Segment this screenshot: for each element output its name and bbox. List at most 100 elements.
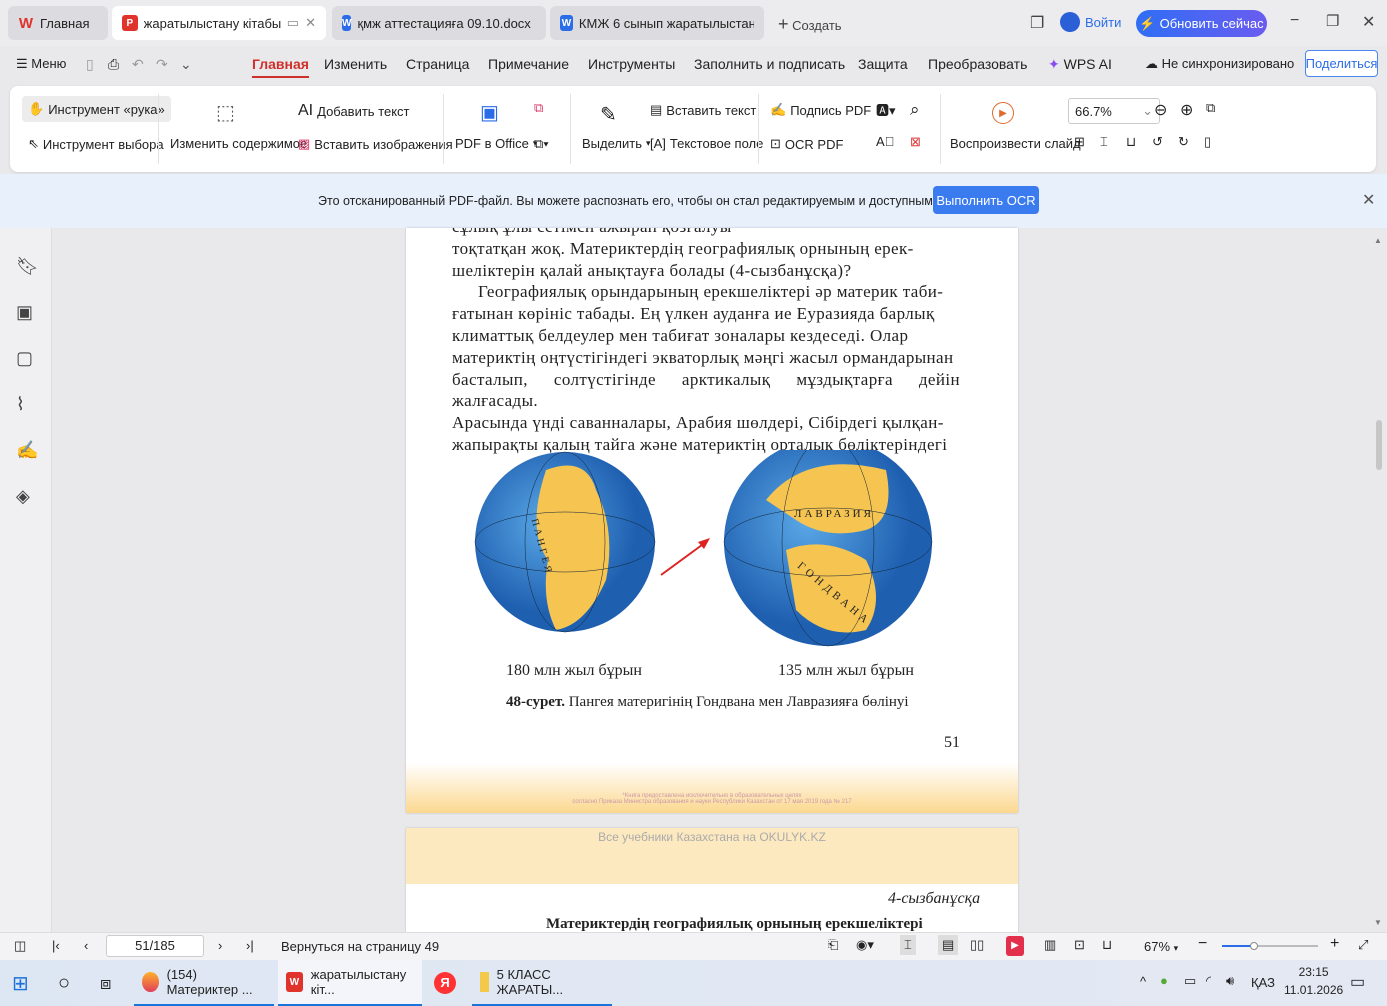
convert-pages-icon[interactable]: ⧉▾ xyxy=(534,136,549,152)
wps-ai-button[interactable]: ✦ WPS AI xyxy=(1048,56,1112,73)
close-tab-icon[interactable]: ✕ xyxy=(305,15,316,31)
menu-button[interactable]: ☰ Меню xyxy=(16,56,66,72)
language-indicator[interactable]: ҚАЗ xyxy=(1251,975,1275,990)
menu-item-protect[interactable]: Защита xyxy=(858,56,908,72)
page-tools-icon[interactable]: ⧉ xyxy=(1206,100,1215,116)
last-page-icon[interactable]: ›| xyxy=(246,938,254,953)
windows-start-icon[interactable]: ⊞ xyxy=(4,960,37,1006)
back-to-page-link[interactable]: Вернуться на страницу 49 xyxy=(281,939,439,954)
notifications-icon[interactable]: ▭ xyxy=(1350,972,1365,992)
play-icon[interactable]: ▶ xyxy=(1006,936,1024,956)
page-number-input[interactable]: 51/185 xyxy=(106,935,204,957)
actual-size-icon[interactable]: ⊞ xyxy=(1074,134,1085,150)
save-icon[interactable]: ▯ xyxy=(86,56,94,73)
menu-item-comment[interactable]: Примечание xyxy=(488,56,569,72)
restore-button[interactable]: ❐ xyxy=(1326,12,1339,30)
tray-app-icon[interactable]: ● xyxy=(1160,973,1168,988)
tab-docx-1[interactable]: Wқмж аттестацияға 09.10.docx● xyxy=(332,6,546,40)
fit-width-icon[interactable]: ⊔ xyxy=(1102,937,1112,953)
ocr-pdf-button[interactable]: ⊡ OCR PDF xyxy=(770,136,843,152)
menu-item-tools[interactable]: Инструменты xyxy=(588,56,675,72)
print-icon[interactable]: ⎙ xyxy=(108,56,119,73)
convert-image-icon[interactable]: ⧉ xyxy=(534,100,543,116)
insert-image-button[interactable]: ▨ Вставить изображения xyxy=(298,136,453,152)
minimize-button[interactable]: − xyxy=(1290,12,1299,30)
new-tab-button[interactable]: + Создать xyxy=(778,14,842,35)
book-view-icon[interactable]: ▯ xyxy=(1204,134,1211,150)
sync-status[interactable]: ☁ Не синхронизировано xyxy=(1145,56,1294,72)
first-page-icon[interactable]: |‹ xyxy=(52,938,60,953)
run-ocr-button[interactable]: Выполнить OCR xyxy=(933,186,1039,214)
text-field-button[interactable]: [A] Текстовое поле xyxy=(650,136,763,151)
close-window-button[interactable]: ✕ xyxy=(1362,12,1375,32)
close-ocr-bar-icon[interactable]: ✕ xyxy=(1362,190,1375,210)
tab-docx-2[interactable]: W КМЖ 6 сынып жаратылыстану(1).dc xyxy=(550,6,764,40)
zoom-out-button[interactable]: − xyxy=(1198,935,1207,953)
task-view-icon[interactable]: ⧈ xyxy=(92,960,119,1006)
search-circle-icon[interactable]: ○ xyxy=(50,960,78,1006)
menu-item-edit[interactable]: Изменить xyxy=(324,56,387,72)
single-page-icon[interactable]: ▤ xyxy=(938,935,959,955)
volume-icon[interactable]: 🔊︎ xyxy=(1226,973,1234,989)
login-button[interactable]: Войти xyxy=(1060,12,1121,32)
menu-item-page[interactable]: Страница xyxy=(406,56,469,72)
zoom-out-icon[interactable]: ⊖ xyxy=(1154,100,1167,120)
zoom-level[interactable]: 67% ▾ xyxy=(1144,939,1178,954)
tab-pdf[interactable]: Pжаратылыстану кітабы 6 сын ▭ ✕ xyxy=(112,6,326,40)
scrollbar-thumb[interactable] xyxy=(1376,420,1382,470)
fit-width-icon[interactable]: ⊔ xyxy=(1126,134,1136,150)
wifi-icon[interactable]: ◜ xyxy=(1206,973,1211,989)
zoom-select[interactable]: 66.7% ⌄ xyxy=(1068,98,1160,124)
sign-pdf-button[interactable]: ✍ Подпись PDF xyxy=(770,102,871,118)
scroll-up-arrow[interactable]: ▲ xyxy=(1374,236,1382,245)
redo-icon[interactable]: ↷ xyxy=(156,56,168,73)
rotate-left-icon[interactable]: ↺ xyxy=(1152,134,1163,150)
zoom-in-icon[interactable]: ⊕ xyxy=(1180,100,1193,120)
undo-icon[interactable]: ↶ xyxy=(132,56,144,73)
search-icon[interactable]: ⌕ xyxy=(910,100,920,120)
upgrade-button[interactable]: ⚡ Обновить сейчас xyxy=(1136,10,1267,37)
menu-item-convert[interactable]: Преобразовать xyxy=(928,56,1027,72)
rotate-right-icon[interactable]: ↻ xyxy=(1178,134,1189,150)
menu-item-fill-sign[interactable]: Заполнить и подписать xyxy=(694,56,845,72)
taskbar-wps[interactable]: Wжаратылыстану кіт... xyxy=(278,960,422,1006)
hand-tool-button[interactable]: ✋ Инструмент «рука» xyxy=(22,96,171,122)
zoom-in-button[interactable]: + xyxy=(1330,935,1339,953)
continuous-scroll-icon[interactable]: ⌶ xyxy=(900,935,916,955)
zoom-slider-handle[interactable] xyxy=(1249,942,1258,950)
thumbnail-icon[interactable]: ▣ xyxy=(16,302,33,323)
translate-icon[interactable]: 🅰▾ xyxy=(876,100,896,119)
comment-icon[interactable]: ▢ xyxy=(16,348,33,369)
attachment-icon[interactable]: ⌇ xyxy=(16,394,25,415)
highlight-button[interactable]: Выделить ▾ xyxy=(582,136,651,151)
play-slideshow-button[interactable]: Воспроизвести слайд xyxy=(950,136,1081,151)
taskbar-folder[interactable]: 5 КЛАСС ЖАРАТЫ... xyxy=(472,960,612,1006)
taskbar-firefox[interactable]: (154) Материктер ... xyxy=(134,960,274,1006)
pdf-to-office-button[interactable]: PDF в Office ▾ xyxy=(455,136,537,151)
clock[interactable]: 23:15 11.01.2026 xyxy=(1284,965,1343,997)
signature-icon[interactable]: ✍ xyxy=(16,440,38,461)
page-view-icon[interactable]: ▥ xyxy=(1044,937,1056,953)
insert-text-button[interactable]: ▤ Вставить текст xyxy=(650,102,756,118)
compare-icon[interactable]: ⊠ xyxy=(910,134,921,150)
taskbar-yandex[interactable]: Я xyxy=(426,960,464,1006)
layers-icon[interactable]: ◈ xyxy=(16,486,30,507)
edit-content-button[interactable]: Изменить содержимое xyxy=(170,136,307,151)
sidebar-toggle-icon[interactable]: ◫ xyxy=(14,938,26,954)
scroll-down-arrow[interactable]: ▼ xyxy=(1374,918,1382,927)
read-mode-icon[interactable]: ⎗ xyxy=(828,937,838,953)
fit-page-icon[interactable]: ⌶ xyxy=(1100,134,1108,150)
ai-read-icon[interactable]: A⃞ xyxy=(876,134,894,149)
select-tool-button[interactable]: ⇖ Инструмент выбора xyxy=(28,136,164,152)
chevron-down-icon[interactable]: ⌄ xyxy=(180,56,192,73)
tray-chevron-icon[interactable]: ^ xyxy=(1140,974,1146,989)
two-page-icon[interactable]: ▯▯ xyxy=(970,937,984,953)
zoom-slider[interactable] xyxy=(1222,942,1318,950)
fullscreen-icon[interactable]: ⤢ xyxy=(1358,937,1368,953)
share-button[interactable]: Поделиться xyxy=(1305,50,1378,77)
fit-page-icon[interactable]: ⊡ xyxy=(1074,937,1085,953)
prev-page-icon[interactable]: ‹ xyxy=(84,938,88,953)
bookmark-icon[interactable]: 🔖︎ xyxy=(16,256,39,277)
menu-item-home[interactable]: Главная xyxy=(252,56,309,78)
window-list-icon[interactable]: ❐ xyxy=(1030,13,1044,33)
